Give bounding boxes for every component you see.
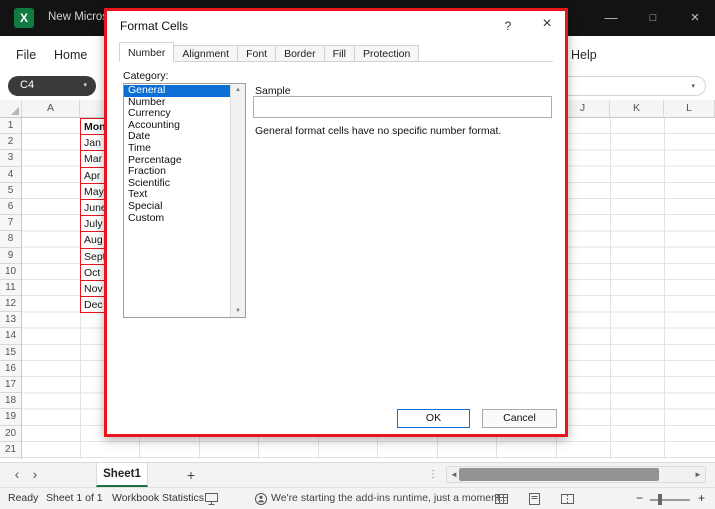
chevron-down-icon[interactable]: ▾ bbox=[691, 82, 695, 90]
status-bar: Ready Sheet 1 of 1 Workbook Statistics W… bbox=[0, 487, 715, 509]
row-header-10[interactable]: 10 bbox=[0, 264, 21, 280]
dialog-tab-alignment[interactable]: Alignment bbox=[173, 45, 239, 62]
dialog-title: Format Cells bbox=[120, 19, 189, 33]
column-header-l[interactable]: L bbox=[664, 100, 715, 117]
maximize-button[interactable]: □ bbox=[634, 0, 672, 36]
row-header-4[interactable]: 4 bbox=[0, 167, 21, 183]
dialog-help-button[interactable]: ? bbox=[500, 19, 516, 33]
column-header-a[interactable]: A bbox=[22, 100, 80, 117]
status-ready: Ready bbox=[8, 492, 39, 504]
row-header-1[interactable]: 1 bbox=[0, 118, 21, 135]
category-list-items: General Number Currency Accounting Date Time P… bbox=[124, 85, 230, 317]
ribbon-tab-file[interactable]: File bbox=[16, 48, 36, 62]
scroll-down-icon[interactable]: ▼ bbox=[231, 308, 245, 314]
previous-sheet-icon[interactable]: ‹ bbox=[8, 463, 26, 488]
close-button[interactable]: × bbox=[676, 0, 714, 36]
select-all-corner[interactable] bbox=[0, 100, 22, 117]
row-header-2[interactable]: 2 bbox=[0, 134, 21, 151]
category-item-time[interactable]: Time bbox=[124, 142, 230, 155]
dialog-tab-protection[interactable]: Protection bbox=[354, 45, 420, 62]
row-header-15[interactable]: 15 bbox=[0, 345, 21, 361]
row-header-9[interactable]: 9 bbox=[0, 248, 21, 264]
workbook-statistics-button[interactable]: Workbook Statistics bbox=[112, 488, 204, 509]
scroll-right-icon[interactable]: ► bbox=[694, 470, 702, 479]
row-headers: 1 2 3 4 5 6 7 8 9 10 11 12 13 14 15 16 17 18 19 20 21 bbox=[0, 118, 22, 459]
category-item-fraction[interactable]: Fraction bbox=[124, 166, 230, 178]
row-header-7[interactable]: 7 bbox=[0, 215, 21, 232]
row-header-14[interactable]: 14 bbox=[0, 328, 21, 345]
zoom-out-button[interactable]: − bbox=[636, 488, 643, 509]
cancel-button[interactable]: Cancel bbox=[482, 409, 557, 428]
row-header-3[interactable]: 3 bbox=[0, 150, 21, 167]
add-sheet-button[interactable]: + bbox=[182, 465, 200, 485]
row-header-20[interactable]: 20 bbox=[0, 426, 21, 442]
ok-button[interactable]: OK bbox=[397, 409, 470, 428]
scrollbar-thumb[interactable] bbox=[459, 468, 659, 481]
next-sheet-icon[interactable]: › bbox=[26, 463, 44, 488]
normal-view-icon[interactable] bbox=[494, 492, 509, 509]
name-box-value: C4 bbox=[20, 79, 35, 91]
scroll-up-icon[interactable]: ▲ bbox=[231, 87, 245, 93]
page-layout-view-icon[interactable] bbox=[527, 492, 542, 509]
window-title: New Microso bbox=[48, 11, 104, 23]
zoom-slider[interactable] bbox=[650, 499, 690, 501]
minimize-button[interactable]: — bbox=[592, 0, 630, 36]
category-item-custom[interactable]: Custom bbox=[124, 212, 230, 225]
tab-options-icon[interactable]: ⋮ bbox=[428, 463, 438, 488]
row-header-12[interactable]: 12 bbox=[0, 296, 21, 313]
excel-app-icon: X bbox=[14, 8, 34, 28]
category-item-general[interactable]: General bbox=[124, 85, 230, 97]
row-header-8[interactable]: 8 bbox=[0, 231, 21, 248]
zoom-slider-thumb[interactable] bbox=[658, 494, 662, 505]
dialog-tab-fill[interactable]: Fill bbox=[323, 45, 356, 62]
excel-window: X New Microso — □ × File Home Help ▾ C4 … bbox=[0, 0, 715, 509]
listbox-scrollbar[interactable]: ▲ ▼ bbox=[230, 84, 245, 317]
category-item-special[interactable]: Special bbox=[124, 200, 230, 213]
row-header-5[interactable]: 5 bbox=[0, 183, 21, 199]
format-description: General format cells have no specific nu… bbox=[255, 125, 502, 137]
column-header-k[interactable]: K bbox=[610, 100, 664, 117]
row-header-13[interactable]: 13 bbox=[0, 312, 21, 329]
row-header-19[interactable]: 19 bbox=[0, 409, 21, 426]
gridline-vertical bbox=[664, 118, 665, 459]
dialog-tab-border[interactable]: Border bbox=[275, 45, 325, 62]
row-header-16[interactable]: 16 bbox=[0, 361, 21, 377]
row-header-6[interactable]: 6 bbox=[0, 199, 21, 216]
page-break-preview-icon[interactable] bbox=[560, 492, 575, 509]
dialog-tab-font[interactable]: Font bbox=[237, 45, 277, 62]
sheet-tab-sheet1[interactable]: Sheet1 bbox=[96, 463, 148, 487]
row-header-11[interactable]: 11 bbox=[0, 280, 21, 297]
sample-value-box bbox=[253, 96, 552, 118]
dialog-tab-strip: Number Alignment Font Border Fill Protection bbox=[119, 42, 420, 62]
zoom-in-button[interactable]: + bbox=[698, 488, 705, 509]
row-header-17[interactable]: 17 bbox=[0, 377, 21, 394]
ribbon-tab-home[interactable]: Home bbox=[54, 48, 87, 62]
dialog-close-button[interactable]: × bbox=[535, 15, 559, 33]
row-header-18[interactable]: 18 bbox=[0, 393, 21, 410]
display-settings-icon[interactable] bbox=[204, 492, 219, 509]
sheet-count: Sheet 1 of 1 bbox=[46, 492, 103, 504]
gridline-vertical bbox=[610, 118, 611, 459]
name-box[interactable]: C4 ▾ bbox=[8, 76, 96, 96]
format-cells-dialog: Format Cells ? × Number Alignment Font Bord… bbox=[104, 8, 568, 437]
category-listbox: General Number Currency Accounting Date Time P… bbox=[123, 83, 246, 318]
row-header-21[interactable]: 21 bbox=[0, 442, 21, 458]
sheet-tab-bar: ‹ › Sheet1 + ⋮ ◄ ► bbox=[0, 462, 715, 487]
ribbon-tab-help[interactable]: Help bbox=[571, 48, 597, 62]
scroll-left-icon[interactable]: ◄ bbox=[450, 470, 458, 479]
dialog-tab-number[interactable]: Number bbox=[119, 42, 175, 62]
category-label: Category: bbox=[123, 70, 169, 82]
chevron-down-icon[interactable]: ▾ bbox=[83, 81, 87, 89]
addins-status-message: We're starting the add-ins runtime, just… bbox=[271, 492, 509, 504]
addins-spinner-icon bbox=[254, 492, 268, 509]
